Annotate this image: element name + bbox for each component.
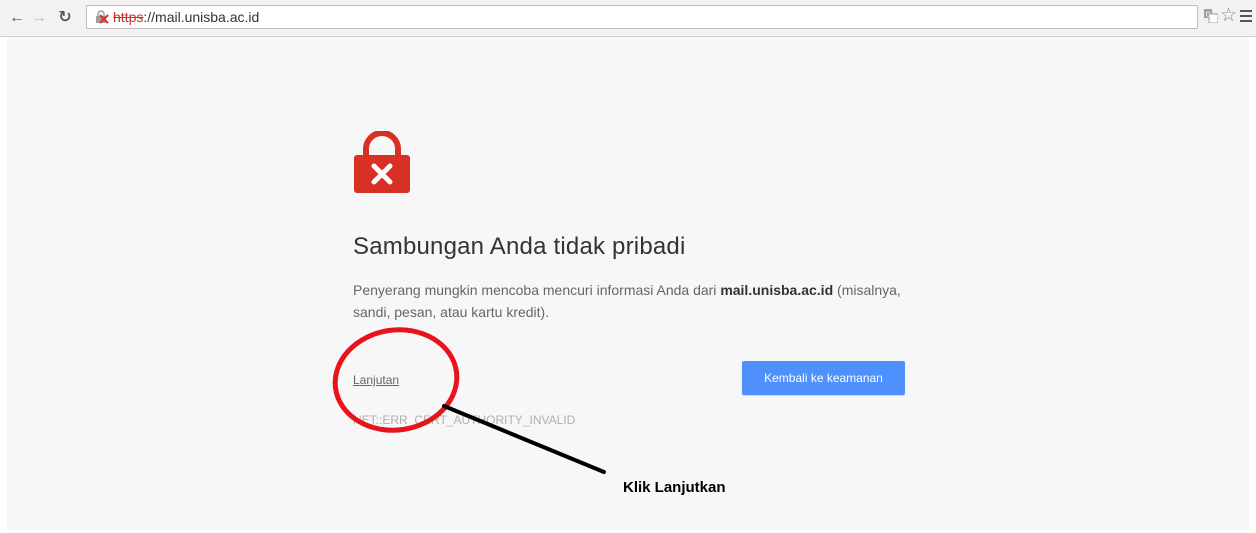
svg-text:G: G xyxy=(1206,11,1211,19)
back-arrow-icon[interactable]: ← xyxy=(8,9,26,27)
star-icon[interactable]: ☆ xyxy=(1220,6,1237,26)
explanation-text: Penyerang mungkin mencoba mencuri inform… xyxy=(353,279,933,323)
explanation-domain: mail.unisba.ac.id xyxy=(720,282,834,298)
translate-icon[interactable]: G xyxy=(1204,9,1218,23)
annotation-label: Klik Lanjutkan xyxy=(623,479,726,496)
advanced-link[interactable]: Lanjutan xyxy=(353,373,399,387)
back-to-safety-button[interactable]: Kembali ke keamanan xyxy=(742,361,905,395)
red-lock-icon xyxy=(354,131,410,193)
browser-toolbar: ← → ↻ https://mail.unisba.ac.id G ☆ xyxy=(0,0,1256,37)
ssl-interstitial: Sambungan Anda tidak pribadi Penyerang m… xyxy=(7,37,1249,530)
explanation-part-1: Penyerang mungkin mencoba mencuri inform… xyxy=(353,282,721,298)
forward-arrow-icon[interactable]: → xyxy=(30,9,48,27)
hamburger-menu-icon[interactable] xyxy=(1240,10,1252,24)
broken-lock-icon[interactable] xyxy=(95,10,109,24)
page-title: Sambungan Anda tidak pribadi xyxy=(353,233,686,260)
url-text: https://mail.unisba.ac.id xyxy=(113,9,259,25)
url-scheme: https xyxy=(113,9,144,25)
error-code: NET::ERR_CERT_AUTHORITY_INVALID xyxy=(353,413,576,427)
address-bar[interactable]: https://mail.unisba.ac.id xyxy=(86,5,1198,29)
url-host: ://mail.unisba.ac.id xyxy=(143,9,260,25)
reload-icon[interactable]: ↻ xyxy=(56,9,74,27)
